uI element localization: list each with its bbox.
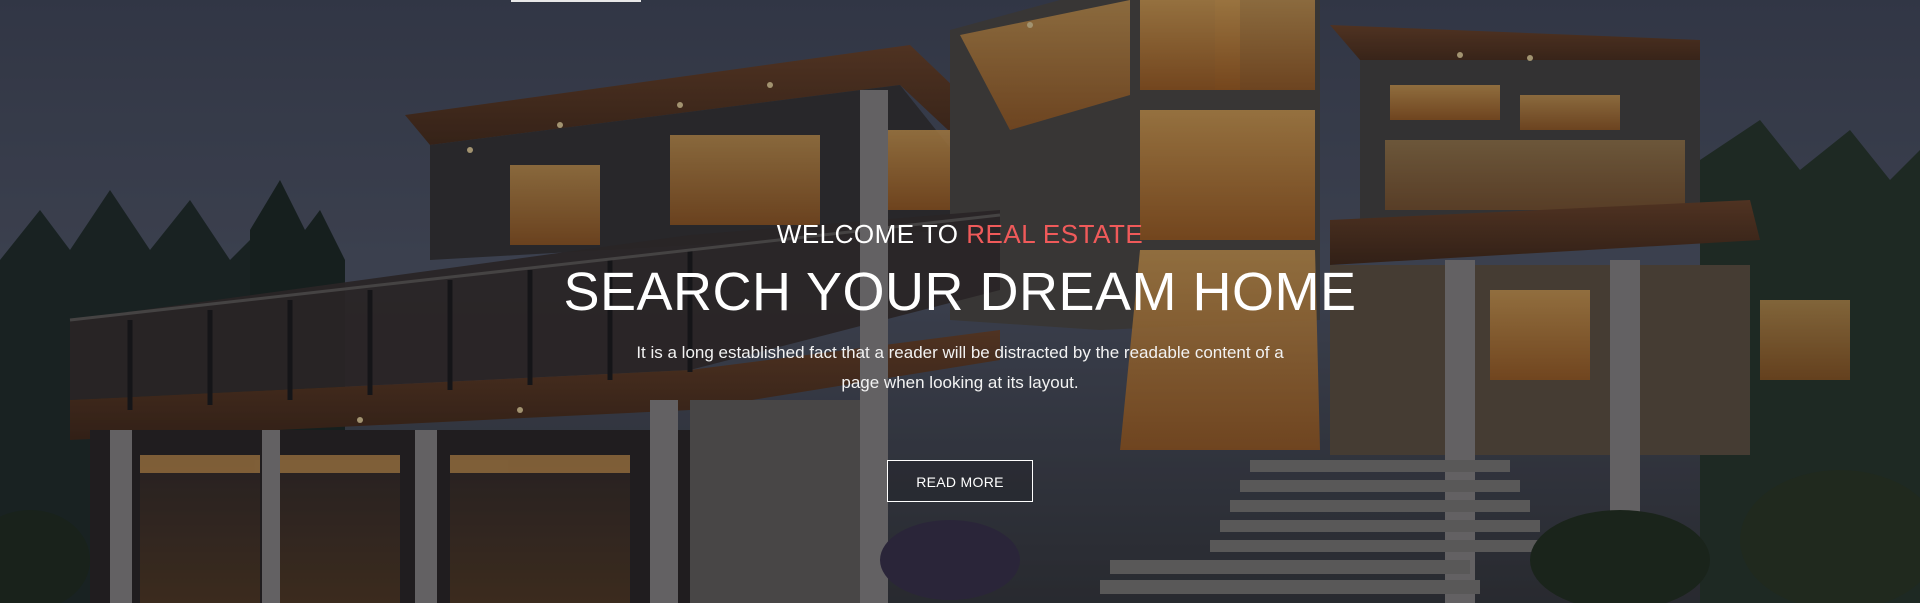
welcome-prefix: WELCOME TO bbox=[776, 219, 959, 249]
page-title: SEARCH YOUR DREAM HOME bbox=[563, 262, 1357, 322]
welcome-highlight: REAL ESTATE bbox=[966, 219, 1144, 249]
hero-description: It is a long established fact that a rea… bbox=[636, 343, 1284, 392]
read-more-button[interactable]: READ MORE bbox=[887, 460, 1033, 502]
top-nav-indicator bbox=[511, 0, 641, 2]
hero-content: WELCOME TO REAL ESTATE SEARCH YOUR DREAM… bbox=[0, 218, 1920, 502]
hero-banner: WELCOME TO REAL ESTATE SEARCH YOUR DREAM… bbox=[0, 0, 1920, 603]
welcome-heading: WELCOME TO REAL ESTATE bbox=[0, 218, 1920, 250]
